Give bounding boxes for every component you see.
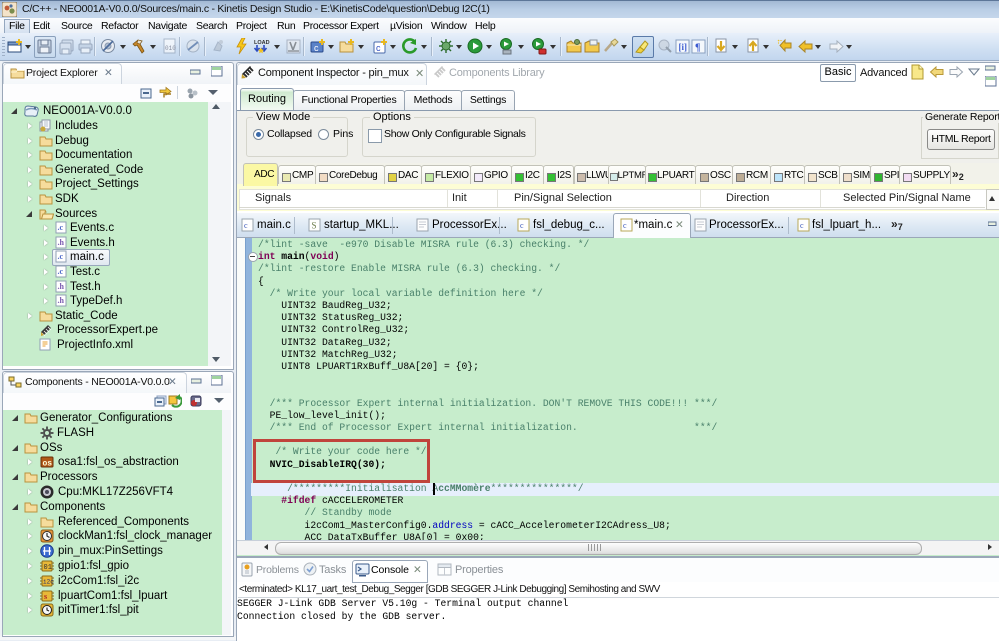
svg-text:c: c [376, 43, 381, 53]
svg-text:010: 010 [165, 45, 176, 52]
svg-text:os: os [43, 460, 53, 469]
svg-text:c: c [800, 221, 804, 230]
svg-text:i2c: i2c [43, 578, 54, 585]
svg-text:.h: .h [58, 282, 65, 291]
svg-text:[i]: [i] [679, 42, 688, 52]
svg-text:c: c [314, 43, 319, 53]
svg-text:¶: ¶ [695, 43, 700, 54]
svg-text:s: s [44, 592, 47, 601]
svg-text:.h: .h [58, 296, 65, 305]
svg-text:.c: .c [58, 223, 64, 232]
svg-text:.c: .c [58, 267, 64, 276]
svg-text:c: c [244, 221, 248, 230]
svg-text:S: S [312, 221, 317, 231]
svg-text:c: c [520, 221, 524, 230]
svg-text:.c: .c [58, 252, 64, 261]
svg-text:.h: .h [58, 238, 65, 247]
svg-text:c: c [623, 221, 627, 230]
svg-text:01: 01 [44, 564, 52, 572]
